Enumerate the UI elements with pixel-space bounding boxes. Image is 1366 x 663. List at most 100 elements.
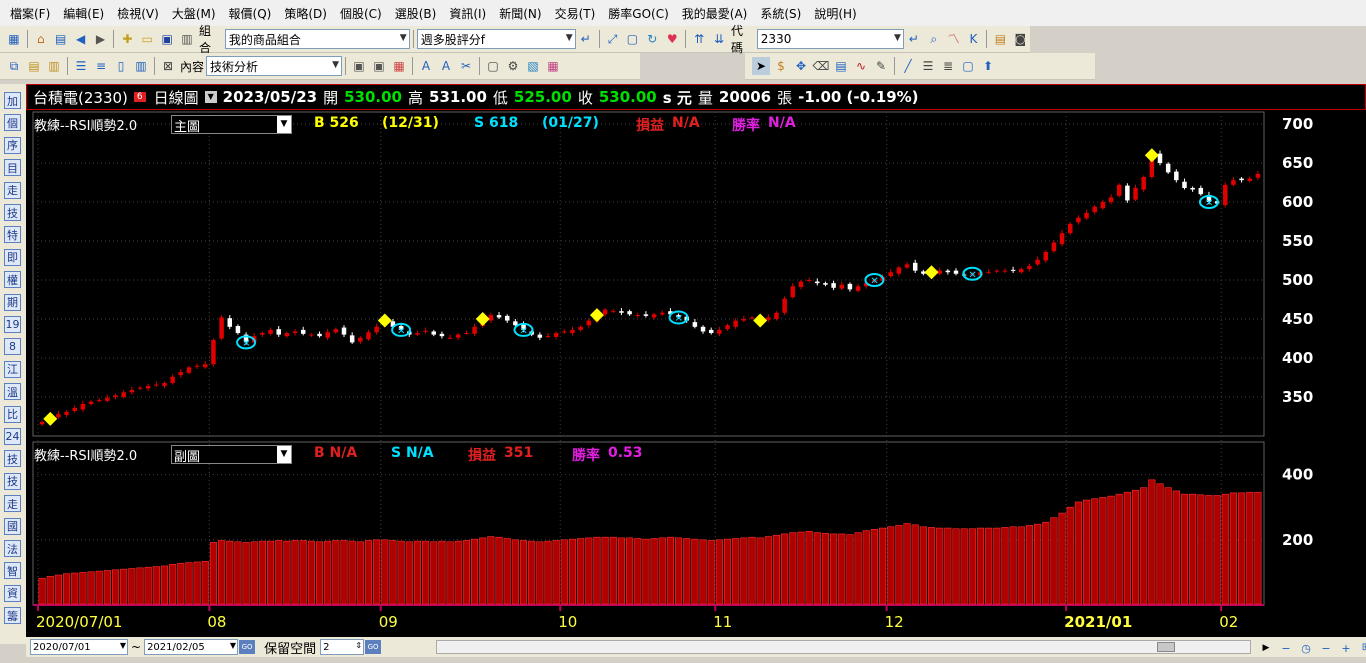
code-input[interactable]: 2330 ▼ (756, 29, 904, 49)
zoom-box-icon[interactable]: ⊞ (1357, 639, 1366, 657)
sidebar-button[interactable]: 24 (4, 428, 21, 445)
frame-icon[interactable]: ▣ (350, 57, 368, 75)
sidebar-button[interactable]: 走 (4, 495, 21, 513)
folder-icon[interactable]: ▭ (138, 30, 156, 48)
panel-icon[interactable]: ▢ (484, 57, 502, 75)
enter-icon[interactable]: ↵ (577, 30, 595, 48)
dollar-icon[interactable]: $ (772, 57, 790, 75)
sidebar-button[interactable]: 江 (4, 360, 21, 378)
enter-icon[interactable]: ↵ (905, 30, 923, 48)
search-icon[interactable]: ⌕ (925, 30, 943, 48)
date-to-picker[interactable]: 2021/02/05 ▼ (144, 639, 239, 655)
font-a-icon[interactable]: A (417, 57, 435, 75)
sidebar-button[interactable]: 期 (4, 293, 21, 311)
wave-icon[interactable]: ∿ (852, 57, 870, 75)
scrollbar-thumb[interactable] (1157, 642, 1175, 652)
layout-rows-icon[interactable]: ≡ (92, 57, 110, 75)
move-icon[interactable]: ✥ (792, 57, 810, 75)
layout-row-icon[interactable]: ☰ (72, 57, 90, 75)
save-icon[interactable]: ▣ (158, 30, 176, 48)
layout-cols-icon[interactable]: ▥ (132, 57, 150, 75)
note-icon[interactable]: ▤ (832, 57, 850, 75)
close-box-icon[interactable]: ⊠ (159, 57, 177, 75)
menu-item[interactable]: 說明(H) (814, 5, 856, 22)
eraser-icon[interactable]: ⌫ (812, 57, 830, 75)
scroll-right-icon[interactable]: ▶ (1257, 639, 1275, 657)
tools-icon[interactable]: ✂ (457, 57, 475, 75)
report-icon[interactable]: ▤ (991, 30, 1009, 48)
menu-item[interactable]: 資訊(I) (449, 5, 486, 22)
go-button[interactable]: GO (239, 640, 256, 654)
up-double-icon[interactable]: ⇈ (690, 30, 708, 48)
color-grid-icon[interactable]: ▦ (390, 57, 408, 75)
page-icon[interactable]: ▤ (52, 30, 70, 48)
home-icon[interactable]: ⌂ (32, 30, 50, 48)
forward-icon[interactable]: ▶ (92, 30, 110, 48)
pointer-icon[interactable]: ➤ (752, 57, 770, 75)
settings-icon[interactable]: ⚙ (504, 57, 522, 75)
menu-item[interactable]: 新聞(N) (499, 5, 541, 22)
down-double-icon[interactable]: ⇊ (710, 30, 728, 48)
k-icon[interactable]: K (965, 30, 983, 48)
menu-item[interactable]: 報價(Q) (229, 5, 272, 22)
sidebar-button[interactable]: 技 (4, 204, 21, 221)
line-draw-icon[interactable]: ╱ (899, 57, 917, 75)
chart-canvas[interactable]: 350 400 450 500 550 600 650 700 200 400 2020/07/01… (26, 110, 1366, 663)
chart-area[interactable]: 台積電(2330) 6 日線圖 ▼ 2023/05/23 開 530.00 高 53… (26, 84, 1366, 657)
menu-item[interactable]: 系統(S) (760, 5, 801, 22)
menu-item[interactable]: 編輯(E) (63, 5, 104, 22)
layout-col-icon[interactable]: ▯ (112, 57, 130, 75)
arrow-up-icon[interactable]: ⬆ (979, 57, 997, 75)
sidebar-button[interactable]: 溫 (4, 383, 21, 401)
date-from-picker[interactable]: 2020/07/01 ▼ (30, 639, 128, 655)
keep-space-stepper[interactable]: 2 ⇕ (320, 639, 365, 655)
menu-item[interactable]: 檢視(V) (117, 5, 159, 22)
new-icon[interactable]: ✚ (118, 30, 136, 48)
clipboard-icon[interactable]: ▥ (45, 57, 63, 75)
window-icon[interactable]: ▢ (623, 30, 641, 48)
list-icon[interactable]: ☰ (919, 57, 937, 75)
plus-icon[interactable]: + (1337, 639, 1355, 657)
sidebar-button[interactable]: 智 (4, 562, 21, 580)
expand-icon[interactable]: ⤢ (604, 30, 622, 48)
fib-icon[interactable]: ≣ (939, 57, 957, 75)
sidebar-button[interactable]: 國 (4, 517, 21, 535)
refresh-icon[interactable]: ↻ (643, 30, 661, 48)
font-a-small-icon[interactable]: A (437, 57, 455, 75)
chart-line-icon[interactable]: 〽 (945, 30, 963, 48)
menu-item[interactable]: 我的最愛(A) (682, 5, 748, 22)
pen-icon[interactable]: ✎ (872, 57, 890, 75)
copy-icon[interactable]: ⧉ (5, 57, 23, 75)
menu-item[interactable]: 勝率GO(C) (608, 5, 669, 22)
sidebar-button[interactable]: 8 (4, 338, 21, 356)
sidebar-button[interactable]: 權 (4, 271, 21, 289)
sidebar-button[interactable]: 法 (4, 540, 21, 557)
go-button-2[interactable]: GO (365, 640, 382, 654)
print-icon[interactable]: ▥ (178, 30, 196, 48)
sidebar-button[interactable]: 特 (4, 226, 21, 244)
menu-item[interactable]: 選股(B) (395, 5, 437, 22)
image-icon[interactable]: ▧ (524, 57, 542, 75)
minus-icon[interactable]: − (1277, 639, 1295, 657)
main-panel-select[interactable]: 主圖 ▼ (171, 115, 292, 135)
sidebar-button[interactable]: 加 (4, 92, 21, 109)
sidebar-button[interactable]: 19 (4, 316, 21, 333)
frame2-icon[interactable]: ▣ (370, 57, 388, 75)
heart-icon[interactable]: ♥ (663, 30, 681, 48)
sidebar-button[interactable]: 序 (4, 136, 21, 154)
sidebar-button[interactable]: 個 (4, 114, 21, 132)
camera-icon[interactable]: ◙ (1011, 30, 1029, 48)
menu-item[interactable]: 交易(T) (555, 5, 596, 22)
sidebar-button[interactable]: 技 (4, 450, 21, 468)
box-icon[interactable]: ▢ (959, 57, 977, 75)
sidebar-button[interactable]: 資 (4, 584, 21, 602)
clock-icon[interactable]: ◷ (1297, 639, 1315, 657)
sidebar-button[interactable]: 籌 (4, 607, 21, 625)
menu-item[interactable]: 大盤(M) (172, 5, 216, 22)
chevron-down-icon[interactable]: ▼ (204, 91, 217, 103)
group-select[interactable]: 我的商品組合 ▼ (224, 29, 410, 49)
palette-icon[interactable]: ▦ (544, 57, 562, 75)
sidebar-button[interactable]: 即 (4, 248, 21, 266)
back-icon[interactable]: ◀ (72, 30, 90, 48)
sidebar-button[interactable]: 目 (4, 159, 21, 177)
